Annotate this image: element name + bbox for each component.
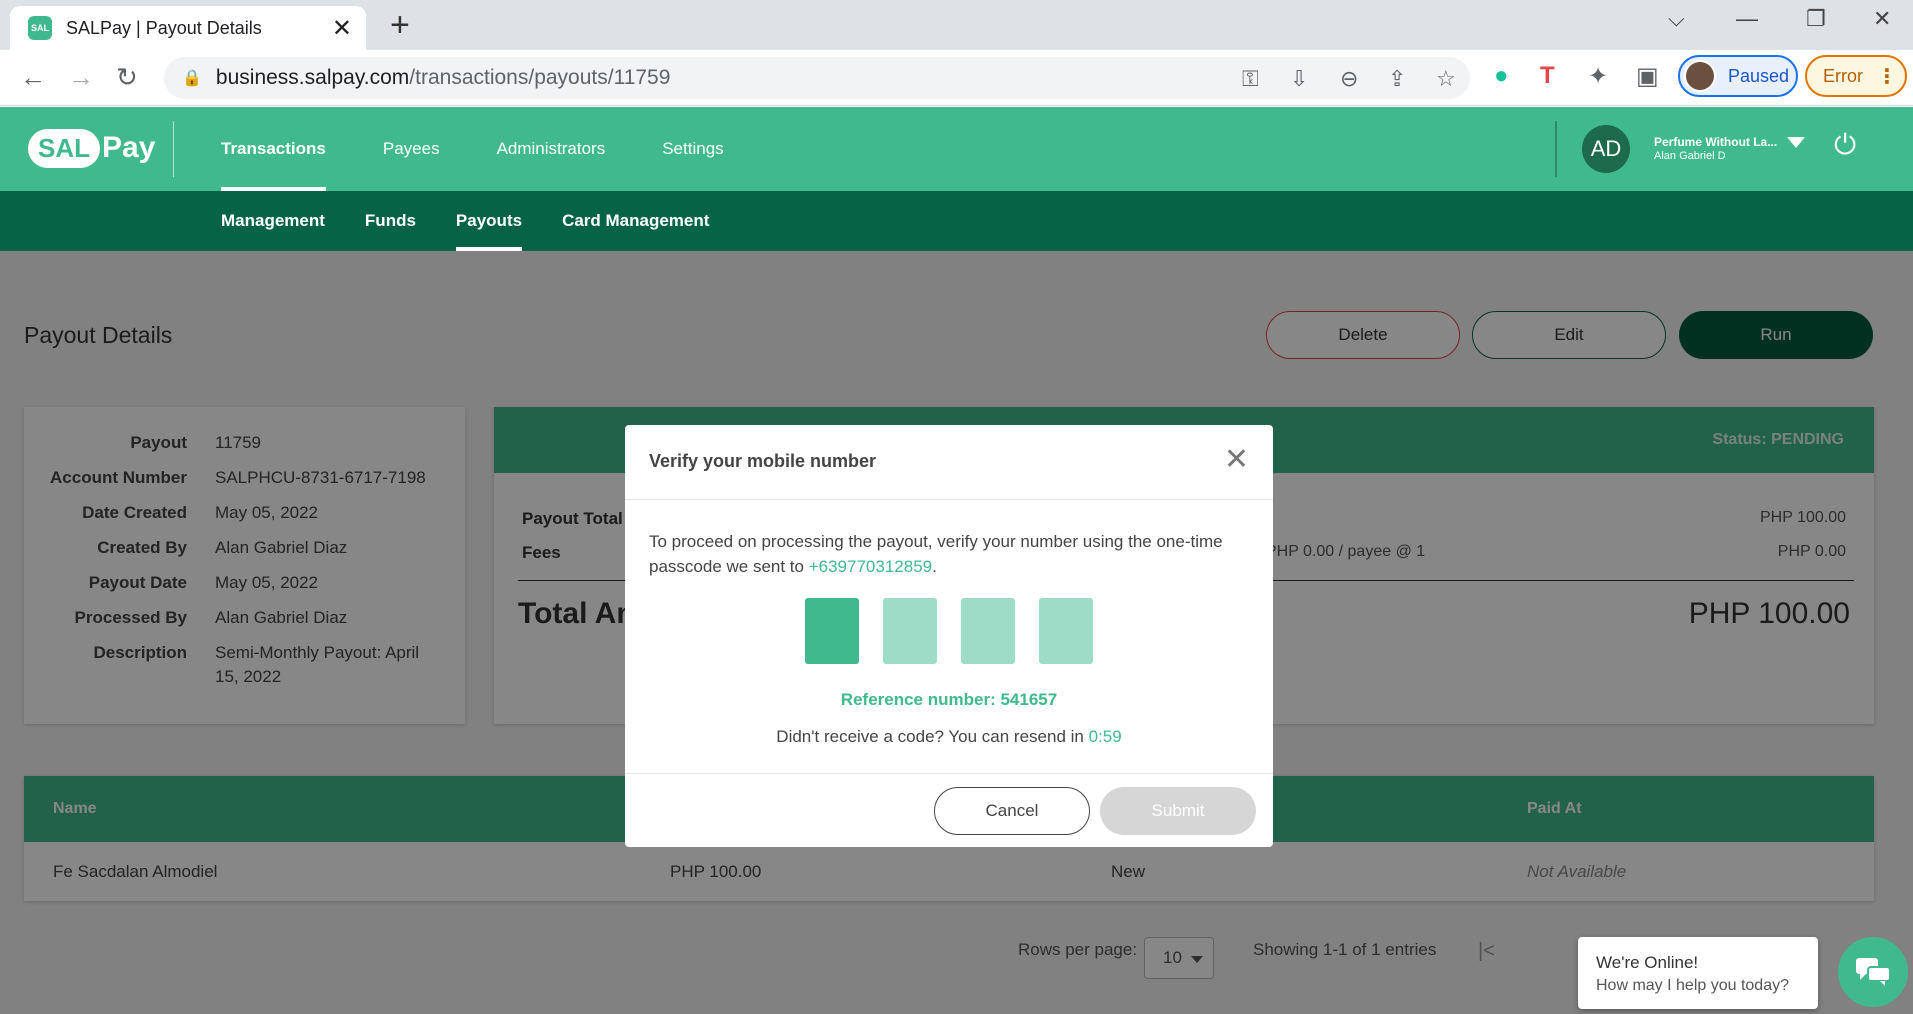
verify-mobile-modal: Verify your mobile number ✕ To proceed o… (625, 425, 1273, 847)
grammarly-extension-icon[interactable]: ● (1494, 62, 1509, 90)
browser-error-button[interactable]: Error ⋮ (1805, 55, 1907, 97)
phone-number: +639770312859 (808, 557, 933, 576)
user-avatar[interactable]: AD (1582, 125, 1630, 173)
profile-paused-button[interactable]: Paused (1678, 55, 1798, 97)
address-bar[interactable]: 🔒 business.salpay.com /transactions/payo… (164, 57, 1470, 99)
user-name: Alan Gabriel D (1654, 150, 1726, 162)
subnav-payouts[interactable]: Payouts (455, 191, 523, 251)
subnav-funds[interactable]: Funds (365, 191, 416, 251)
salpay-favicon-icon: SAL (28, 16, 52, 40)
install-app-icon[interactable]: ⇩ (1290, 66, 1308, 92)
modal-instructions: To proceed on processing the payout, ver… (649, 529, 1249, 579)
submit-button[interactable]: Submit (1100, 787, 1256, 835)
zoom-out-icon[interactable]: ⊖ (1340, 66, 1358, 92)
modal-header-divider (625, 499, 1273, 500)
otp-input-group (805, 598, 1117, 664)
nav-transactions[interactable]: Transactions (221, 107, 326, 191)
reference-number: Reference number: 541657 (840, 690, 1058, 709)
resend-timer: 0:59 (1088, 727, 1122, 746)
resend-label: Didn't receive a code? You can resend in (776, 727, 1089, 746)
bookmark-star-icon[interactable]: ☆ (1436, 66, 1456, 92)
otp-digit-1[interactable] (805, 598, 859, 664)
modal-title: Verify your mobile number (649, 451, 877, 471)
browser-toolbar: ← → ↻ 🔒 business.salpay.com /transaction… (0, 50, 1913, 106)
forward-arrow-icon[interactable]: → (68, 62, 94, 93)
header-divider (173, 121, 174, 177)
cancel-button[interactable]: Cancel (934, 787, 1090, 835)
subnav-management[interactable]: Management (221, 191, 325, 251)
browser-tab[interactable]: SAL SALPay | Payout Details ✕ (10, 6, 366, 50)
modal-close-icon[interactable]: ✕ (1224, 445, 1249, 475)
subnav-card-management[interactable]: Card Management (562, 191, 709, 251)
window-close-icon[interactable]: ✕ (1873, 6, 1891, 32)
otp-digit-4[interactable] (1039, 598, 1093, 664)
chat-greeting-bubble[interactable]: We're Online! How may I help you today? (1578, 937, 1818, 1009)
profile-avatar (1684, 60, 1716, 92)
user-menu-caret-icon[interactable] (1787, 137, 1805, 148)
tp-extension-icon[interactable]: T (1540, 62, 1555, 90)
tab-close-icon[interactable]: ✕ (332, 14, 352, 43)
sub-nav: Management Funds Payouts Card Management (0, 191, 1913, 251)
nav-administrators[interactable]: Administrators (497, 107, 606, 191)
power-logout-icon[interactable]: ⏻ (1834, 129, 1856, 162)
error-label: Error (1823, 65, 1863, 86)
resend-text: Didn't receive a code? You can resend in… (625, 727, 1273, 747)
lock-icon: 🔒 (182, 70, 202, 87)
key-icon[interactable]: ⚿ (1242, 66, 1259, 92)
logo-sal-text: SAL (28, 128, 100, 168)
logo-pay-text: Pay (102, 131, 156, 164)
chat-bubbles-icon (1856, 958, 1891, 986)
new-tab-plus-icon[interactable]: + (390, 8, 410, 42)
app-header: SAL Pay Transactions Payees Administrato… (0, 107, 1913, 191)
header-divider-right (1555, 121, 1557, 177)
url-host: business.salpay.com (215, 66, 410, 89)
extensions-puzzle-icon[interactable]: ✦ (1588, 62, 1608, 91)
chat-help-text: How may I help you today? (1596, 977, 1789, 994)
tab-title: SALPay | Payout Details (66, 17, 262, 38)
reload-icon[interactable]: ↻ (116, 62, 138, 93)
restore-icon[interactable]: ❐ (1806, 6, 1826, 32)
main-nav: Transactions Payees Administrators Setti… (221, 107, 781, 191)
chat-launcher-button[interactable] (1838, 937, 1908, 1007)
salpay-logo[interactable]: SAL Pay (28, 125, 155, 171)
nav-payees[interactable]: Payees (383, 107, 440, 191)
url-path: /transactions/payouts/11759 (409, 66, 671, 89)
user-org-name: Perfume Without La... (1654, 135, 1778, 149)
otp-digit-2[interactable] (883, 598, 937, 664)
nav-settings[interactable]: Settings (662, 107, 723, 191)
modal-footer-divider (625, 773, 1273, 774)
back-arrow-icon[interactable]: ← (20, 62, 46, 93)
otp-digit-3[interactable] (961, 598, 1015, 664)
tab-search-chevron-icon[interactable]: ⌵ (1668, 6, 1685, 32)
instructions-end: . (932, 557, 937, 576)
chat-online-text: We're Online! (1596, 953, 1699, 972)
kebab-menu-icon: ⋮ (1877, 65, 1897, 88)
browser-tab-bar: SAL SALPay | Payout Details ✕ + ⌵ — ❐ ✕ (0, 0, 1913, 50)
minimize-icon[interactable]: — (1736, 6, 1758, 32)
share-icon[interactable]: ⇪ (1388, 66, 1406, 92)
profile-status-label: Paused (1728, 65, 1790, 86)
side-panel-icon[interactable]: ▣ (1636, 62, 1659, 91)
